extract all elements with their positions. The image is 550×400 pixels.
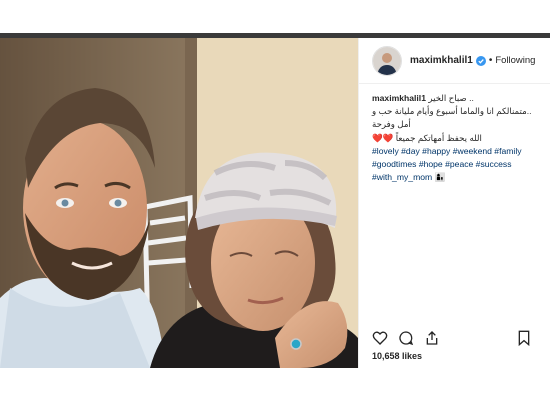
caption-username[interactable]: maximkhalil1 [372, 93, 426, 103]
verified-badge-icon [475, 55, 486, 66]
username-link[interactable]: maximkhalil1 [410, 55, 473, 66]
caption: maximkhalil1 صباح الخير .. ..متمنالكم ان… [359, 84, 550, 184]
avatar[interactable] [372, 45, 402, 76]
photo-illustration [0, 38, 358, 368]
comment-icon[interactable] [398, 330, 414, 346]
hashtags-line-3[interactable]: #with_my_mom [372, 172, 432, 182]
bookmark-icon[interactable] [516, 330, 532, 347]
post-header: maximkhalil1 • Following [359, 38, 550, 84]
heart-icon[interactable] [372, 330, 388, 346]
post-details-panel: maximkhalil1 • Following maximkhalil1 صب… [358, 38, 550, 368]
hashtags-line-2[interactable]: #goodtimes #hope #peace #success [372, 158, 540, 171]
share-icon[interactable] [424, 330, 440, 346]
caption-line-1: maximkhalil1 صباح الخير .. [372, 92, 540, 105]
caption-line-2: ..متمنالكم انا والماما أسبوع وأيام مليان… [372, 106, 532, 130]
likes-count[interactable]: 10,658 likes [372, 351, 422, 361]
action-bar [372, 328, 542, 348]
following-button[interactable]: Following [495, 55, 535, 66]
caption-text-1: صباح الخير .. [428, 93, 474, 103]
caption-emoji: 👩‍👦 [434, 172, 446, 183]
caption-line-3: الله يحفظ أمهاتكم جميعاً ❤️❤️ [372, 132, 482, 143]
hashtags-line-1[interactable]: #lovely #day #happy #weekend #family [372, 145, 540, 158]
avatar-image [373, 46, 401, 75]
post-photo[interactable] [0, 38, 358, 368]
separator-dot: • [488, 55, 493, 66]
